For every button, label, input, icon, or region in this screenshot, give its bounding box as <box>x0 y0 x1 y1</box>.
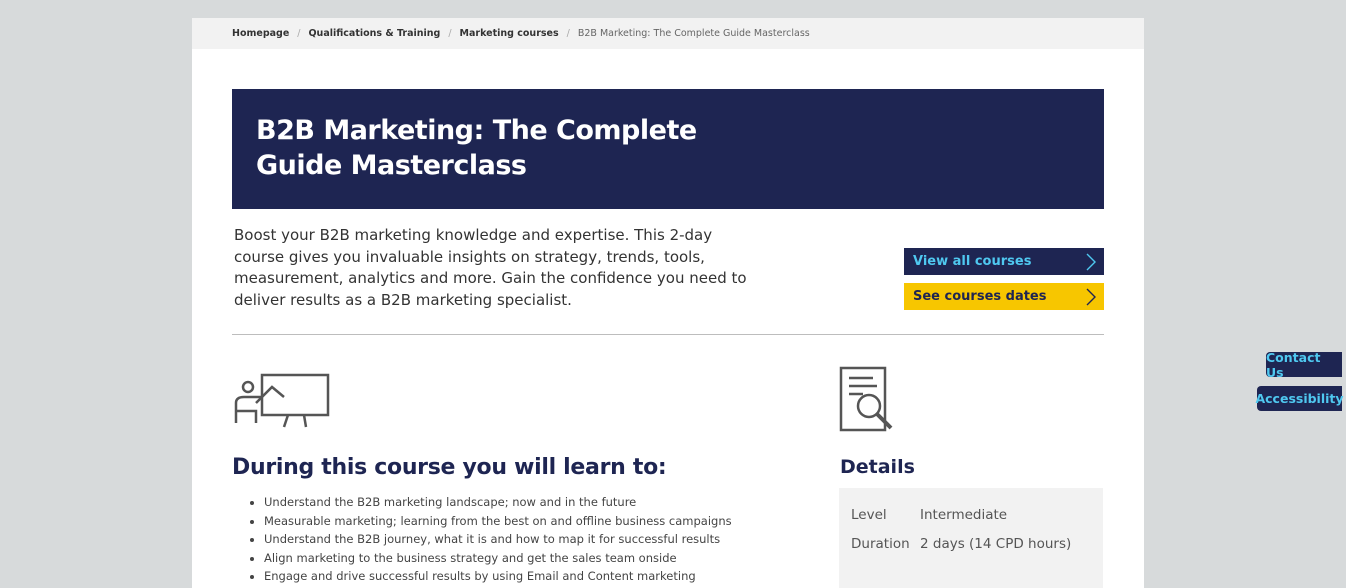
list-item: Engage and drive successful results by u… <box>264 567 824 586</box>
details-row-level: Level Intermediate <box>851 500 1091 529</box>
details-value: Intermediate <box>920 506 1008 523</box>
list-item: Understand the B2B journey, what it is a… <box>264 530 824 549</box>
breadcrumb: Homepage / Qualifications & Training / M… <box>192 18 1144 49</box>
chevron-right-icon <box>1086 288 1096 305</box>
see-course-dates-button[interactable]: See courses dates <box>904 283 1104 310</box>
details-table: Level Intermediate Duration 2 days (14 C… <box>839 488 1103 588</box>
list-item: Measurable marketing; learning from the … <box>264 512 824 531</box>
hero-banner: B2B Marketing: The Complete Guide Master… <box>232 89 1104 209</box>
details-title: Details <box>840 456 915 478</box>
details-key: Duration <box>851 535 910 552</box>
page-title: B2B Marketing: The Complete Guide Master… <box>256 115 697 181</box>
presentation-board-icon <box>234 373 330 428</box>
learn-section-title: During this course you will learn to: <box>232 455 667 480</box>
list-item: Align marketing to the business strategy… <box>264 549 824 568</box>
details-row-duration: Duration 2 days (14 CPD hours) <box>851 529 1091 558</box>
breadcrumb-separator: / <box>297 28 301 39</box>
document-search-icon <box>839 366 893 432</box>
contact-us-tab[interactable]: Contact Us <box>1266 350 1342 380</box>
course-intro: Boost your B2B marketing knowledge and e… <box>234 226 747 309</box>
see-course-dates-label: See courses dates <box>913 289 1047 304</box>
breadcrumb-marketing-courses[interactable]: Marketing courses <box>460 28 559 39</box>
view-all-courses-button[interactable]: View all courses <box>904 248 1104 275</box>
breadcrumb-homepage[interactable]: Homepage <box>232 28 289 39</box>
section-divider <box>232 334 1104 335</box>
accessibility-tab[interactable]: Accessibility <box>1255 386 1344 411</box>
list-item: Understand the B2B marketing landscape; … <box>264 493 824 512</box>
view-all-courses-label: View all courses <box>913 254 1032 269</box>
breadcrumb-separator: / <box>448 28 452 39</box>
learning-outcomes-list: Understand the B2B marketing landscape; … <box>264 493 824 586</box>
details-value: 2 days (14 CPD hours) <box>920 535 1072 552</box>
chevron-right-icon <box>1086 253 1096 270</box>
breadcrumb-current: B2B Marketing: The Complete Guide Master… <box>577 28 810 39</box>
breadcrumb-separator: / <box>566 28 570 39</box>
details-key: Level <box>851 506 887 523</box>
breadcrumb-qualifications[interactable]: Qualifications & Training <box>308 28 440 39</box>
page-container: Homepage / Qualifications & Training / M… <box>192 18 1144 588</box>
